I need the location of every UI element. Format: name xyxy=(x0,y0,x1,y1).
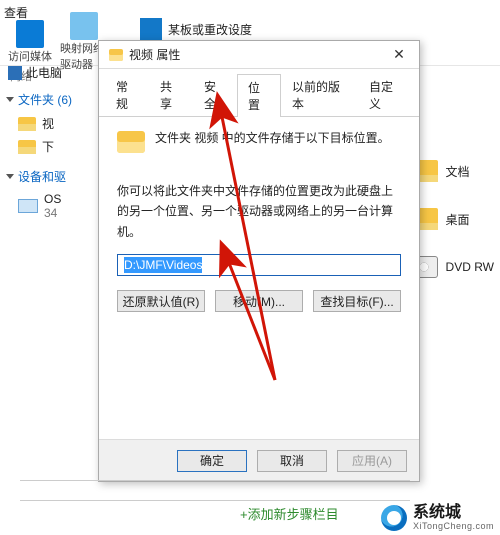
media-icon xyxy=(16,20,44,48)
apply-button[interactable]: 应用(A) xyxy=(337,450,407,472)
properties-dialog: 视频 属性 ✕ 常规 共享 安全 位置 以前的版本 自定义 文件夹 视频 中的文… xyxy=(98,40,420,482)
tree-item-download[interactable]: 下 xyxy=(0,135,100,158)
watermark-name: 系统城 xyxy=(413,505,494,521)
folder-icon xyxy=(117,131,145,153)
chevron-down-icon xyxy=(6,174,14,179)
cancel-button[interactable]: 取消 xyxy=(257,450,327,472)
view-tab-label[interactable]: 查看 xyxy=(4,4,28,21)
watermark-url: XiTongCheng.com xyxy=(413,521,494,531)
ok-button[interactable]: 确定 xyxy=(177,450,247,472)
grid-item-desktop[interactable]: 桌面 xyxy=(410,208,494,230)
ribbon-item-media[interactable]: 访问媒体 xyxy=(6,20,54,64)
tab-general[interactable]: 常规 xyxy=(105,73,149,116)
add-step-link[interactable]: +添加新步骤栏目 xyxy=(240,504,339,523)
titlebar[interactable]: 视频 属性 ✕ xyxy=(99,41,419,69)
dialog-footer: 确定 取消 应用(A) xyxy=(99,439,419,481)
network-drive-icon xyxy=(70,12,98,40)
tab-strip: 常规 共享 安全 位置 以前的版本 自定义 xyxy=(99,69,419,117)
ribbon-app-icon xyxy=(140,18,162,40)
drive-sub: 34 xyxy=(44,206,57,220)
grid-item-documents[interactable]: 文档 xyxy=(410,160,494,182)
watermark-logo-icon xyxy=(381,505,407,531)
tree-section-label: 设备和驱 xyxy=(18,168,66,185)
tab-security[interactable]: 安全 xyxy=(193,73,237,116)
folder-icon xyxy=(18,140,36,154)
path-input[interactable]: D:\JMF\Videos xyxy=(117,254,401,276)
folder-icon xyxy=(109,49,123,61)
close-button[interactable]: ✕ xyxy=(379,41,419,69)
divider xyxy=(20,500,410,501)
tree-section-folders[interactable]: 文件夹 (6) xyxy=(0,87,100,112)
tab-previous[interactable]: 以前的版本 xyxy=(281,73,358,116)
divider xyxy=(20,480,410,481)
dialog-title: 视频 属性 xyxy=(129,46,180,63)
folder-icon xyxy=(18,117,36,131)
grid-label: 桌面 xyxy=(446,211,470,228)
chevron-down-icon xyxy=(6,97,14,102)
folder-grid: 文档 桌面 DVD RW xyxy=(410,160,494,278)
find-target-button[interactable]: 查找目标(F)... xyxy=(313,290,401,312)
tab-share[interactable]: 共享 xyxy=(149,73,193,116)
grid-label: 文档 xyxy=(446,163,470,180)
restore-default-button[interactable]: 还原默认值(R) xyxy=(117,290,205,312)
drive-label: OS xyxy=(44,192,61,206)
tree-item-drive-os[interactable]: OS 34 xyxy=(0,189,100,223)
grid-item-dvd[interactable]: DVD RW xyxy=(410,256,494,278)
move-button[interactable]: 移动(M)... xyxy=(215,290,303,312)
breadcrumb[interactable]: 此电脑 xyxy=(0,58,100,87)
tree-section-label: 文件夹 (6) xyxy=(18,91,72,108)
close-icon: ✕ xyxy=(393,46,405,63)
path-value-selected: D:\JMF\Videos xyxy=(124,257,202,273)
watermark: 系统城 XiTongCheng.com xyxy=(381,505,494,531)
nav-tree: 此电脑 文件夹 (6) 视 下 设备和驱 OS 34 xyxy=(0,58,100,223)
tab-custom[interactable]: 自定义 xyxy=(358,73,413,116)
drive-icon xyxy=(18,199,38,213)
grid-label: DVD RW xyxy=(446,260,494,274)
location-description: 文件夹 视频 中的文件存储于以下目标位置。 xyxy=(155,129,390,148)
tree-section-devices[interactable]: 设备和驱 xyxy=(0,164,100,189)
tab-location[interactable]: 位置 xyxy=(237,74,281,117)
location-hint: 你可以将此文件夹中文件存储的位置更改为此硬盘上的另一个位置、另一个驱动器或网络上… xyxy=(117,181,401,242)
tree-item-label: 视 xyxy=(42,115,54,132)
pc-icon xyxy=(8,66,22,80)
tab-content: 文件夹 视频 中的文件存储于以下目标位置。 你可以将此文件夹中文件存储的位置更改… xyxy=(99,117,419,459)
ribbon-collapsed-text: 某板或重改设度 xyxy=(168,21,252,38)
tree-item-label: 下 xyxy=(42,138,54,155)
tree-item-video[interactable]: 视 xyxy=(0,112,100,135)
breadcrumb-label: 此电脑 xyxy=(26,64,62,81)
